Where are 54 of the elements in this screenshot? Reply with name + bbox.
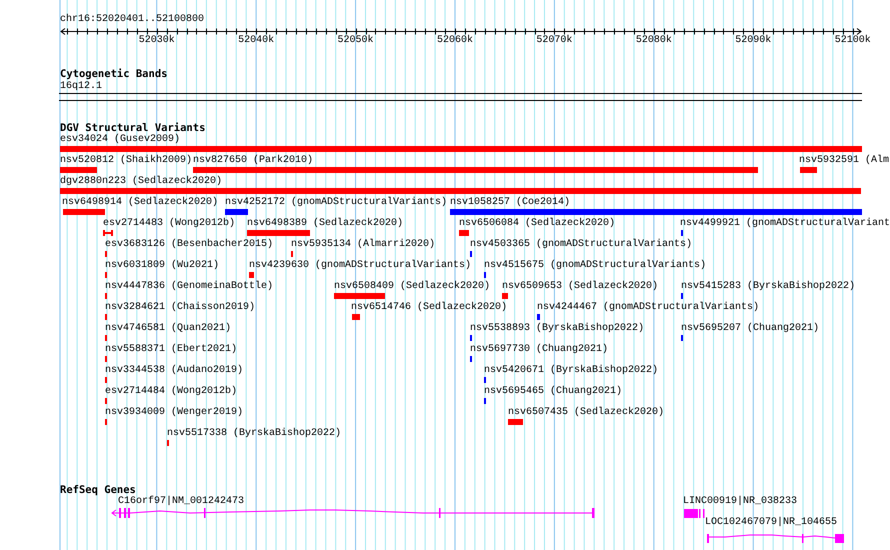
variant-label: nsv5517338 (ByrskaBishop2022): [167, 428, 342, 439]
gene-label: LINC00919|NR_038233: [683, 496, 798, 507]
variant-label: nsv6498914 (Sedlazeck2020): [62, 197, 218, 208]
track-title: DGV Structural Variants: [60, 122, 206, 134]
tick-label: 52030k: [138, 35, 175, 46]
variant-label: nsv4252172 (gnomADStructuralVariants): [225, 197, 448, 208]
variant-label: nsv3344538 (Audano2019): [105, 365, 244, 376]
coordinate-range-label: chr16:52020401..52100800: [60, 14, 204, 25]
variant-label: nsv6509653 (Sedlazeck2020): [502, 281, 658, 292]
variant-label: esv34024 (Gusev2009): [60, 134, 180, 145]
variant-label: nsv6031809 (Wu2021): [105, 260, 220, 271]
variant-label: nsv827650 (Park2010): [193, 155, 314, 166]
variant-label: nsv5697730 (Chuang2021): [470, 344, 608, 355]
variant-label: esv2714483 (Wong2012b): [103, 218, 236, 229]
variant-label: nsv6498389 (Sedlazeck2020): [247, 218, 404, 229]
variant-label: nsv1058257 (Coe2014): [450, 197, 570, 208]
variant-label: nsv5415283 (ByrskaBishop2022): [681, 281, 856, 292]
variant-label: nsv4244467 (gnomADStructuralVariants): [537, 302, 760, 313]
variant-label: nsv4447836 (GenomeinaBottle): [105, 281, 274, 292]
variant-label: nsv5695207 (Chuang2021): [681, 323, 820, 334]
variant-label: nsv5538893 (ByrskaBishop2022): [470, 323, 644, 334]
variant-label: nsv5932591 (Alm: [799, 155, 890, 166]
variant-label: nsv4746581 (Quan2021): [105, 323, 232, 334]
tick-label: 52050k: [338, 35, 374, 46]
variant-label: nsv3284621 (Chaisson2019): [105, 302, 256, 313]
tick-label: 52080k: [636, 35, 672, 46]
tick-label: 52070k: [536, 35, 572, 46]
variant-label: nsv520812 (Shaikh2009): [60, 155, 192, 166]
variant-label: nsv4503365 (gnomADStructuralVariants): [470, 239, 692, 250]
variant-label: nsv6507435 (Sedlazeck2020): [508, 407, 664, 418]
band-label: 16q12.1: [60, 81, 102, 92]
variant-label: esv3683126 (Besenbacher2015): [105, 239, 274, 250]
variant-label: nsv3934009 (Wenger2019): [105, 407, 244, 418]
variant-label: dgv2880n223 (Sedlazeck2020): [60, 176, 222, 187]
variant-label: nsv4515675 (gnomADStructuralVariants): [484, 260, 706, 271]
variant-label: nsv6508409 (Sedlazeck2020): [334, 281, 490, 292]
gene-model-drawing: [684, 509, 704, 518]
variant-label: nsv4239630 (gnomADStructuralVariants): [249, 260, 472, 271]
variant-label: nsv5420671 (ByrskaBishop2022): [484, 365, 658, 376]
track-title: RefSeq Genes: [60, 484, 136, 496]
variant-label: nsv5695465 (Chuang2021): [484, 386, 622, 397]
variant-label: nsv6514746 (Sedlazeck2020): [351, 302, 508, 313]
gene-label: C16orf97|NM_001242473: [118, 496, 244, 507]
variant-label: esv2714484 (Wong2012b): [105, 386, 238, 397]
variant-label: nsv5588371 (Ebert2021): [105, 344, 238, 355]
track-title: Cytogenetic Bands: [60, 68, 168, 80]
gene-label: LOC102467079|NR_104655: [705, 517, 838, 528]
variant-label: nsv4499921 (gnomADStructuralVariant: [680, 218, 890, 229]
tick-label: 52060k: [436, 35, 473, 46]
variant-label: nsv5935134 (Almarri2020): [291, 239, 436, 250]
tick-label: 52090k: [735, 35, 772, 46]
tick-label: 52100k: [834, 35, 871, 46]
variant-label: nsv6506084 (Sedlazeck2020): [459, 218, 616, 229]
tick-label: 52040k: [238, 35, 274, 46]
